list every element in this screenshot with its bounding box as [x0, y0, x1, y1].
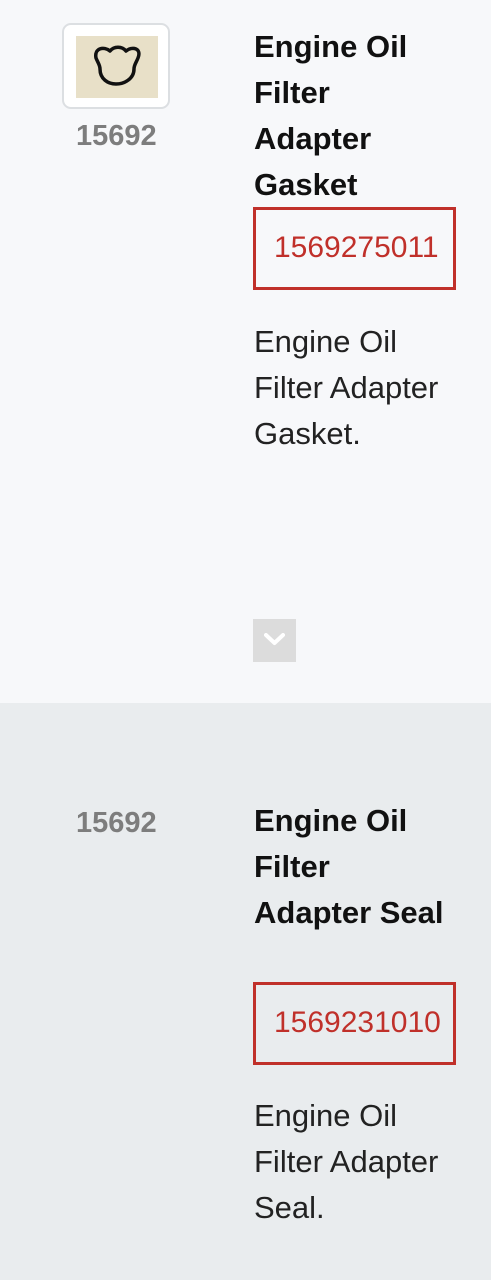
part-description: Engine Oil Filter Adapter Gasket. — [254, 324, 439, 451]
part-row: 15692 Engine Oil Filter Adapter Seal 156… — [0, 703, 491, 1280]
oem-number: 1569231010 — [274, 1006, 441, 1039]
gasket-icon — [94, 45, 141, 86]
expand-button[interactable] — [253, 619, 296, 662]
part-number: 15692 — [76, 120, 157, 152]
gasket-thumbnail-image — [76, 36, 158, 98]
chevron-down-icon — [264, 633, 285, 645]
part-number: 15692 — [76, 807, 157, 839]
part-row: 15692 Engine Oil Filter Adapter Gasket 1… — [0, 0, 491, 703]
part-description: Engine Oil Filter Adapter Seal. — [254, 1098, 439, 1225]
oem-number-link[interactable]: 1569231010 — [253, 982, 456, 1065]
part-thumbnail[interactable] — [62, 23, 170, 109]
part-title[interactable]: Engine Oil Filter Adapter Gasket — [254, 24, 454, 208]
oem-number: 1569275011 — [274, 231, 439, 264]
oem-number-link[interactable]: 1569275011 — [253, 207, 456, 290]
part-title[interactable]: Engine Oil Filter Adapter Seal — [254, 798, 454, 936]
